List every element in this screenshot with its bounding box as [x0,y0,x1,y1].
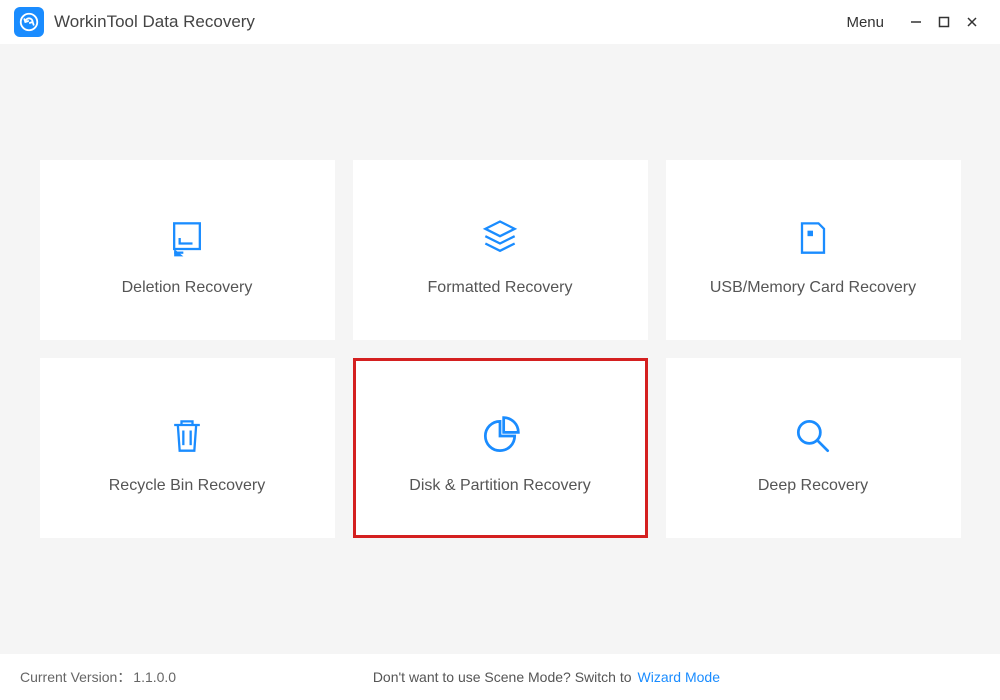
card-recycle-bin-recovery[interactable]: Recycle Bin Recovery [40,358,335,538]
close-icon [965,15,979,29]
formatted-recovery-icon [478,203,522,273]
card-usb-memory-recovery[interactable]: USB/Memory Card Recovery [666,160,961,340]
card-deep-recovery[interactable]: Deep Recovery [666,358,961,538]
minimize-button[interactable] [902,8,930,36]
app-logo-icon [14,7,44,37]
menu-button[interactable]: Menu [846,14,884,31]
main-content: Deletion Recovery Formatted Recovery [0,44,1000,654]
version-value: 1.1.0.0 [133,669,176,685]
footer: Current Version 1.1.0.0 Don't want to us… [0,654,1000,700]
deletion-recovery-icon [165,203,209,273]
recycle-bin-icon [165,401,209,471]
card-label: Deletion Recovery [122,279,253,297]
card-label: Formatted Recovery [428,279,573,297]
close-button[interactable] [958,8,986,36]
card-label: Recycle Bin Recovery [109,477,266,495]
deep-recovery-icon [791,401,835,471]
card-disk-partition-recovery[interactable]: Disk & Partition Recovery [353,358,648,538]
card-deletion-recovery[interactable]: Deletion Recovery [40,160,335,340]
app-title: WorkinTool Data Recovery [54,12,255,32]
card-formatted-recovery[interactable]: Formatted Recovery [353,160,648,340]
card-label: Deep Recovery [758,477,868,495]
app-window: WorkinTool Data Recovery Menu [0,0,1000,700]
maximize-button[interactable] [930,8,958,36]
version-label: Current Version [20,667,131,687]
card-label: Disk & Partition Recovery [409,477,590,495]
card-label: USB/Memory Card Recovery [710,279,916,297]
recovery-mode-grid: Deletion Recovery Formatted Recovery [40,160,961,538]
maximize-icon [937,15,951,29]
titlebar: WorkinTool Data Recovery Menu [0,0,1000,44]
minimize-icon [909,15,923,29]
wizard-mode-link[interactable]: Wizard Mode [638,669,720,685]
switch-mode-prompt: Don't want to use Scene Mode? Switch to [373,669,632,685]
disk-partition-icon [478,401,522,471]
usb-memory-icon [791,203,835,273]
